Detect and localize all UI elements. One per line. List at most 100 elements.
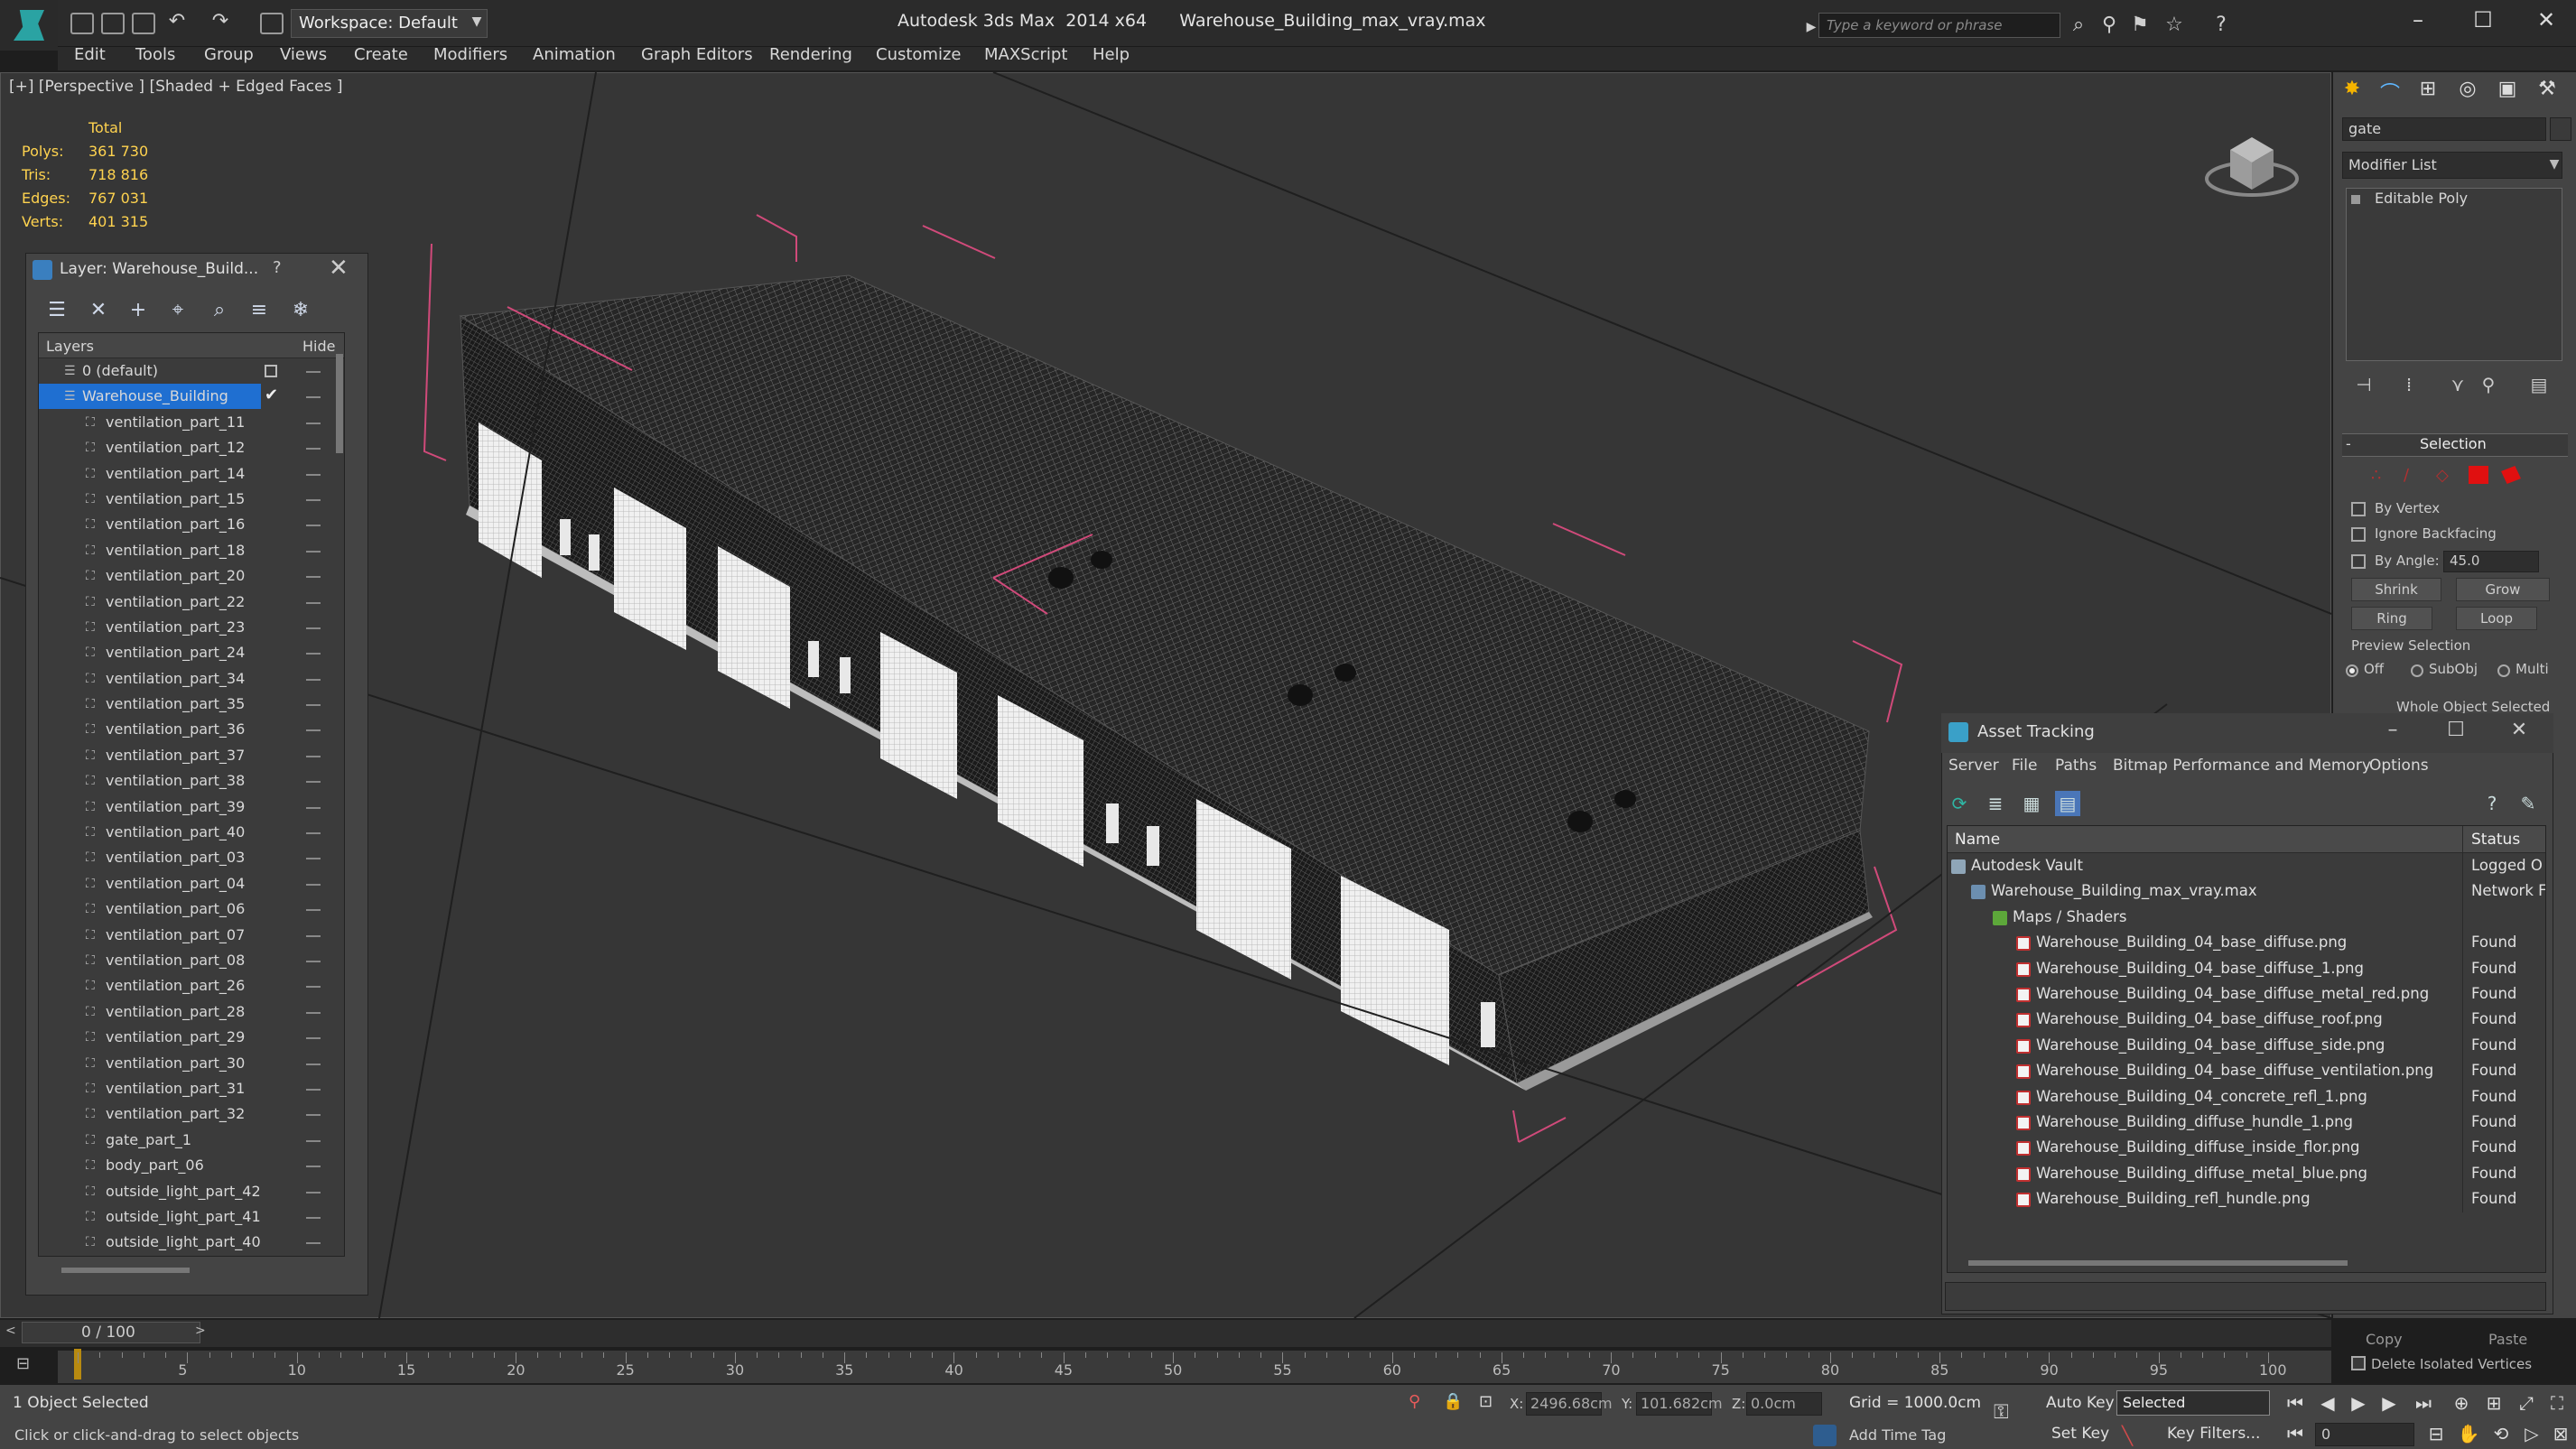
table-view-icon[interactable]: ▤ bbox=[2055, 791, 2080, 816]
hide-toggle[interactable] bbox=[306, 704, 321, 707]
column-status[interactable]: Status bbox=[2471, 831, 2520, 849]
maximize-button[interactable]: ☐ bbox=[2465, 7, 2501, 34]
zoom-icon[interactable]: ⊕ bbox=[2449, 1392, 2474, 1416]
menu-rendering[interactable]: Rendering bbox=[769, 45, 852, 64]
remove-modifier-icon[interactable]: ⚲ bbox=[2476, 374, 2501, 395]
loop-button[interactable]: Loop bbox=[2456, 607, 2537, 630]
add-to-layer-icon[interactable]: + bbox=[126, 300, 150, 321]
menu-views[interactable]: Views bbox=[280, 45, 327, 64]
time-prev-icon[interactable]: < bbox=[5, 1324, 16, 1338]
hide-toggle[interactable] bbox=[306, 755, 321, 757]
redo-icon[interactable]: ↷ bbox=[209, 11, 231, 33]
hide-toggle[interactable] bbox=[306, 601, 321, 604]
help-icon[interactable]: ? bbox=[2210, 14, 2232, 36]
hide-toggle[interactable] bbox=[306, 473, 321, 476]
menu-options[interactable]: Options bbox=[2369, 757, 2429, 775]
layer-object-row[interactable]: ⛶ ventilation_part_32 bbox=[39, 1101, 344, 1127]
object-name-field[interactable]: gate bbox=[2342, 117, 2546, 141]
layer-object-row[interactable]: ⛶ outside_light_part_40 bbox=[39, 1230, 344, 1255]
layer-object-row[interactable]: ⛶ ventilation_part_11 bbox=[39, 410, 344, 435]
angle-spinner[interactable]: 45.0 bbox=[2443, 551, 2539, 572]
vertical-scrollbar[interactable] bbox=[336, 354, 343, 453]
menu-group[interactable]: Group bbox=[204, 45, 254, 64]
hide-toggle[interactable] bbox=[306, 832, 321, 835]
key-set-dropdown[interactable]: Selected bbox=[2116, 1390, 2270, 1416]
hide-toggle[interactable] bbox=[306, 806, 321, 809]
hide-toggle[interactable] bbox=[306, 1088, 321, 1091]
layer-object-row[interactable]: ⛶ ventilation_part_30 bbox=[39, 1051, 344, 1076]
layer-object-row[interactable]: ⛶ body_part_06 bbox=[39, 1153, 344, 1178]
grow-button[interactable]: Grow bbox=[2456, 578, 2550, 601]
save-file-icon[interactable] bbox=[132, 13, 155, 34]
preview-multi-radio[interactable] bbox=[2497, 664, 2510, 677]
layer-object-row[interactable]: ⛶ ventilation_part_36 bbox=[39, 717, 344, 742]
modifier-stack-item[interactable]: Editable Poly bbox=[2375, 190, 2468, 207]
hide-toggle[interactable] bbox=[306, 422, 321, 424]
hide-toggle[interactable] bbox=[306, 498, 321, 501]
set-key-button[interactable]: Set Key bbox=[2051, 1425, 2109, 1443]
layer-row[interactable]: ☰ 0 (default) bbox=[39, 358, 344, 384]
copy-button[interactable]: Copy bbox=[2366, 1331, 2403, 1348]
menu-help[interactable]: Help bbox=[1093, 45, 1130, 64]
layer-object-row[interactable]: ⛶ ventilation_part_08 bbox=[39, 948, 344, 973]
hide-toggle[interactable] bbox=[306, 729, 321, 732]
paste-button[interactable]: Paste bbox=[2488, 1331, 2527, 1348]
hide-toggle[interactable] bbox=[306, 1191, 321, 1194]
close-button[interactable]: ✕ bbox=[2528, 7, 2564, 34]
viewport-label[interactable]: [+] [Perspective ] [Shaded + Edged Faces… bbox=[9, 78, 342, 96]
asset-row[interactable]: Maps / Shaders bbox=[1948, 904, 2545, 931]
play-icon[interactable]: ▶ bbox=[2346, 1392, 2371, 1416]
hierarchy-tab-icon[interactable]: ⊞ bbox=[2413, 78, 2443, 105]
app-menu-button[interactable] bbox=[0, 0, 58, 51]
asset-row[interactable]: Warehouse_Building_diffuse_inside_flor.p… bbox=[1948, 1135, 2545, 1162]
zoom-all-icon[interactable]: ⊞ bbox=[2481, 1392, 2506, 1416]
key-mode-icon[interactable]: ╲ bbox=[2122, 1425, 2133, 1446]
layer-object-row[interactable]: ⛶ ventilation_part_22 bbox=[39, 590, 344, 615]
list-view-icon[interactable]: ≣ bbox=[1983, 791, 2008, 816]
viewcube-icon[interactable] bbox=[2199, 114, 2308, 204]
minimize-button[interactable]: – bbox=[2376, 719, 2409, 746]
layer-object-row[interactable]: ⛶ ventilation_part_26 bbox=[39, 973, 344, 999]
key-filters-button[interactable]: Key Filters... bbox=[2167, 1425, 2260, 1443]
absolute-mode-icon[interactable]: ⊡ bbox=[1479, 1392, 1493, 1411]
next-frame-icon[interactable]: ▶ bbox=[2376, 1392, 2402, 1416]
layer-object-row[interactable]: ⛶ ventilation_part_03 bbox=[39, 845, 344, 870]
current-layer-check-icon[interactable]: ✔ bbox=[265, 385, 278, 404]
undo-icon[interactable]: ↶ bbox=[166, 11, 188, 33]
orbit-icon[interactable]: ⟲ bbox=[2488, 1423, 2514, 1446]
menu-maxscript[interactable]: MAXScript bbox=[984, 45, 1067, 64]
show-end-result-icon[interactable]: ⁞ bbox=[2396, 374, 2422, 395]
go-to-end-icon[interactable]: ⏭ bbox=[2411, 1392, 2436, 1416]
favorites-star-icon[interactable]: ☆ bbox=[2163, 14, 2185, 36]
asset-row[interactable]: Warehouse_Building_04_base_diffuse_roof.… bbox=[1948, 1007, 2545, 1034]
hide-toggle[interactable] bbox=[306, 1037, 321, 1040]
asset-path-field[interactable] bbox=[1945, 1282, 2546, 1311]
configure-modifier-sets-icon[interactable]: ▤ bbox=[2526, 374, 2552, 395]
layer-object-row[interactable]: ⛶ ventilation_part_06 bbox=[39, 896, 344, 922]
hide-toggle[interactable] bbox=[306, 525, 321, 527]
select-objects-icon[interactable]: ⌖ bbox=[166, 300, 190, 321]
isolate-toggle-icon[interactable]: ⚲ bbox=[1409, 1392, 1420, 1411]
asset-row[interactable]: Warehouse_Building_04_concrete_refl_1.pn… bbox=[1948, 1083, 2545, 1110]
close-icon[interactable]: ✕ bbox=[2503, 719, 2535, 746]
pin-stack-icon[interactable]: ⊣ bbox=[2351, 374, 2376, 395]
chevron-down-icon[interactable]: ▼ bbox=[2544, 153, 2564, 177]
layer-object-row[interactable]: ⛶ ventilation_part_40 bbox=[39, 820, 344, 845]
chevron-down-icon[interactable]: ▼ bbox=[466, 9, 488, 38]
polygon-mode-icon[interactable] bbox=[2469, 466, 2488, 484]
hide-toggle[interactable] bbox=[306, 1063, 321, 1065]
hide-toggle[interactable] bbox=[306, 576, 321, 579]
layer-object-row[interactable]: ⛶ ventilation_part_18 bbox=[39, 538, 344, 563]
hide-all-icon[interactable]: ≡ bbox=[247, 300, 271, 321]
layer-object-row[interactable]: ⛶ ventilation_part_24 bbox=[39, 640, 344, 665]
close-icon[interactable]: ✕ bbox=[329, 255, 349, 282]
menu-customize[interactable]: Customize bbox=[876, 45, 961, 64]
horizontal-scrollbar[interactable] bbox=[61, 1268, 190, 1273]
mini-curve-editor-icon[interactable]: ⊟ bbox=[16, 1354, 43, 1378]
layer-object-row[interactable]: ⛶ ventilation_part_16 bbox=[39, 512, 344, 537]
asset-row[interactable]: Warehouse_Building_04_base_diffuse_metal… bbox=[1948, 980, 2545, 1008]
auto-key-button[interactable]: Auto Key bbox=[2046, 1394, 2115, 1412]
hide-toggle[interactable] bbox=[306, 627, 321, 629]
asset-row[interactable]: Warehouse_Building_04_base_diffuse.png Fo… bbox=[1948, 930, 2545, 957]
time-tag-icon[interactable] bbox=[1813, 1425, 1837, 1446]
